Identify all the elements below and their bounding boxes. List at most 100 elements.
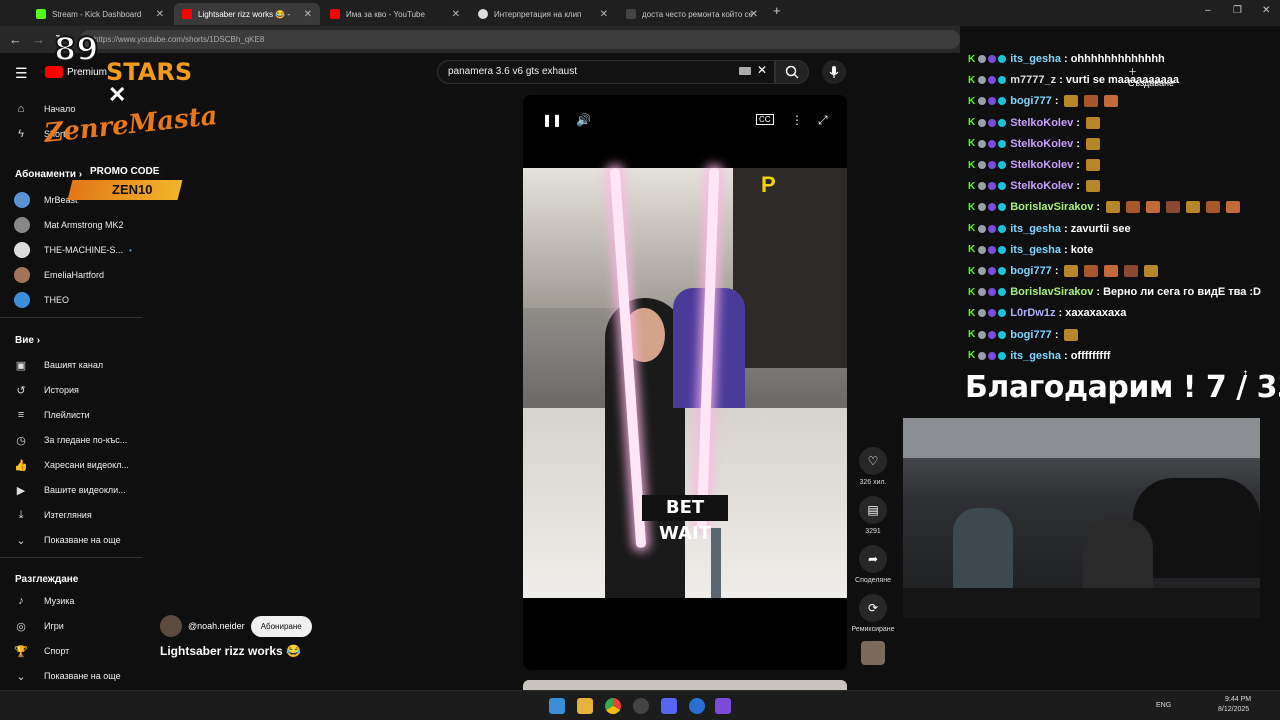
captions-icon[interactable]: CC — [756, 114, 774, 125]
menu-icon[interactable]: ☰ — [15, 65, 28, 82]
you-heading[interactable]: Вие › — [15, 335, 40, 346]
chat-text: : — [1054, 265, 1059, 277]
chat-username[interactable]: its_gesha — [1010, 223, 1061, 235]
sidebar-item-history[interactable]: ↺ История — [14, 381, 79, 399]
sidebar-item-show-more[interactable]: ⌄ Показване на още — [14, 531, 120, 549]
app-icon[interactable] — [689, 698, 705, 714]
sidebar-sub-the-machine[interactable]: THE-MACHINE-S... • — [14, 241, 132, 259]
chat-username[interactable]: StelkoKolev — [1010, 117, 1073, 129]
sidebar-item-your-videos[interactable]: ▶ Вашите видеокли... — [14, 481, 126, 499]
chat-username[interactable]: BorislavSirakov — [1010, 286, 1093, 298]
chat-message: K L0rDw1z: хахахахаха — [968, 304, 1126, 322]
chat-username[interactable]: its_gesha — [1010, 53, 1061, 65]
tab-lightsaber[interactable]: Lightsaber rizz works 😂 - ✕ — [174, 3, 320, 25]
tab-kick-dashboard[interactable]: Stream - Kick Dashboard ✕ — [28, 3, 172, 25]
fullscreen-icon[interactable]: ⤢ — [818, 113, 828, 128]
clock-time[interactable]: 9:44 PM — [1225, 696, 1251, 703]
channel-avatar[interactable] — [160, 615, 182, 637]
like-icon: 👍 — [14, 459, 28, 472]
chevron-down-icon: ⌄ — [16, 670, 26, 683]
chat-username[interactable]: bogi777 — [1010, 95, 1052, 107]
shorts-player[interactable]: ❚❚ 🔊 CC ⋮ ⤢ P BET WAIT — [523, 95, 847, 670]
search-input[interactable]: panamera 3.6 v6 gts exhaust — [437, 60, 775, 84]
close-tab-icon[interactable]: ✕ — [600, 9, 608, 20]
obs-icon[interactable] — [633, 698, 649, 714]
chat-message: Kits_gesha: zavurtii see — [968, 220, 1131, 238]
chat-emote — [1085, 137, 1100, 150]
sidebar-item-your-channel[interactable]: ▣ Вашият канал — [14, 356, 103, 374]
close-tab-icon[interactable]: ✕ — [156, 9, 164, 20]
browser-tab-strip: Stream - Kick Dashboard ✕ Lightsaber riz… — [0, 0, 1280, 26]
sidebar-sub-mat-armstrong[interactable]: Mat Armstrong MK2 — [14, 216, 124, 234]
sidebar-item-games[interactable]: ◎ Игри — [14, 617, 64, 635]
volume-icon[interactable]: 🔊 — [576, 113, 591, 127]
comments-button[interactable]: ▤ 3291 — [848, 496, 898, 535]
sidebar-item-playlists[interactable]: ≡ Плейлисти — [14, 406, 90, 424]
channel-name[interactable]: @noah.neider — [188, 621, 245, 631]
chat-username[interactable]: L0rDw1z — [1010, 307, 1055, 319]
back-icon[interactable]: ← — [9, 32, 22, 47]
close-tab-icon[interactable]: ✕ — [304, 9, 312, 20]
sidebar-item-sports[interactable]: 🏆 Спорт — [14, 642, 69, 660]
sidebar-item-watch-later[interactable]: ◷ За гледане по-къс... — [14, 431, 127, 449]
chat-username[interactable]: StelkoKolev — [1010, 138, 1073, 150]
next-short-preview[interactable] — [523, 680, 847, 690]
remix-button[interactable]: ⟳ Ремиксиране — [848, 594, 898, 633]
close-tab-icon[interactable]: ✕ — [452, 9, 460, 20]
file-explorer-icon[interactable] — [577, 698, 593, 714]
more-options-icon[interactable]: ⋮ — [791, 113, 803, 127]
streaming-app-icon[interactable] — [715, 698, 731, 714]
chat-username[interactable]: its_gesha — [1010, 244, 1061, 256]
maximize-icon[interactable]: ❐ — [1233, 5, 1242, 16]
share-button[interactable]: ➦ Споделяне — [848, 545, 898, 584]
pause-icon[interactable]: ❚❚ — [542, 113, 562, 127]
chat-username[interactable]: its_gesha — [1010, 350, 1061, 362]
sidebar-item-liked[interactable]: 👍 Харесани видеокл... — [14, 456, 129, 474]
close-tab-icon[interactable]: ✕ — [750, 9, 758, 20]
new-tab-icon[interactable]: + — [773, 3, 781, 18]
user-badge-icon — [988, 224, 997, 233]
clear-search-icon[interactable]: ✕ — [757, 63, 767, 77]
sidebar-item-show-more-explore[interactable]: ⌄ Показване на още — [14, 667, 120, 685]
playlist-icon: ≡ — [17, 409, 25, 421]
sidebar-item-downloads[interactable]: ⤓ Изтегляния — [14, 506, 92, 524]
user-badge-icon — [978, 288, 987, 297]
new-content-dot: • — [129, 245, 132, 255]
chat-username[interactable]: m7777_z — [1010, 74, 1056, 86]
chat-username[interactable]: bogi777 — [1010, 329, 1052, 341]
tab-remont[interactable]: доста често ремонта който се ✕ — [618, 3, 766, 25]
chat-username[interactable]: BorislavSirakov — [1010, 201, 1093, 213]
scroll-up-icon[interactable]: ↑ — [1242, 365, 1249, 381]
sidebar-item-label: Игри — [44, 621, 64, 631]
sidebar-item-music[interactable]: ♪ Музика — [14, 592, 74, 610]
language-indicator[interactable]: ENG — [1156, 702, 1171, 709]
chat-username[interactable]: StelkoKolev — [1010, 159, 1073, 171]
your-videos-icon: ▶ — [16, 484, 26, 497]
chrome-icon[interactable] — [605, 698, 621, 714]
close-window-icon[interactable]: ✕ — [1262, 5, 1270, 16]
chat-emote — [1064, 265, 1079, 277]
chat-emote — [1106, 201, 1121, 214]
subscribe-button[interactable]: Абониране — [250, 615, 312, 637]
tab-ima-za-kvo[interactable]: Има за кво - YouTube ✕ — [322, 3, 468, 25]
tab-interpretation[interactable]: Интерпретация на клип ✕ — [470, 3, 616, 25]
sidebar-sub-theo[interactable]: THEO — [14, 291, 69, 309]
search-button[interactable] — [775, 60, 809, 84]
sound-thumbnail[interactable] — [861, 641, 885, 665]
store-sign: P — [761, 172, 776, 197]
sidebar-sub-emelia[interactable]: EmeliaHartford — [14, 266, 104, 284]
create-button[interactable]: ＋ Създаване — [1128, 65, 1174, 88]
like-button[interactable]: ♡ 326 хил. — [848, 447, 898, 486]
voice-search-button[interactable] — [822, 60, 846, 84]
address-bar[interactable]: https://www.youtube.com/shorts/1DSCBh_qK… — [80, 30, 960, 49]
chat-username[interactable]: StelkoKolev — [1010, 180, 1073, 192]
sidebar-item-label: Харесани видеокл... — [44, 460, 129, 470]
clock-date[interactable]: 8/12/2025 — [1218, 706, 1249, 713]
windows-start-icon[interactable] — [549, 698, 565, 714]
avatar — [14, 292, 30, 308]
minimize-icon[interactable]: – — [1205, 5, 1211, 16]
discord-icon[interactable] — [661, 698, 677, 714]
chat-username[interactable]: bogi777 — [1010, 265, 1052, 277]
keyboard-icon[interactable] — [739, 67, 751, 75]
user-badge-icon — [988, 288, 997, 297]
